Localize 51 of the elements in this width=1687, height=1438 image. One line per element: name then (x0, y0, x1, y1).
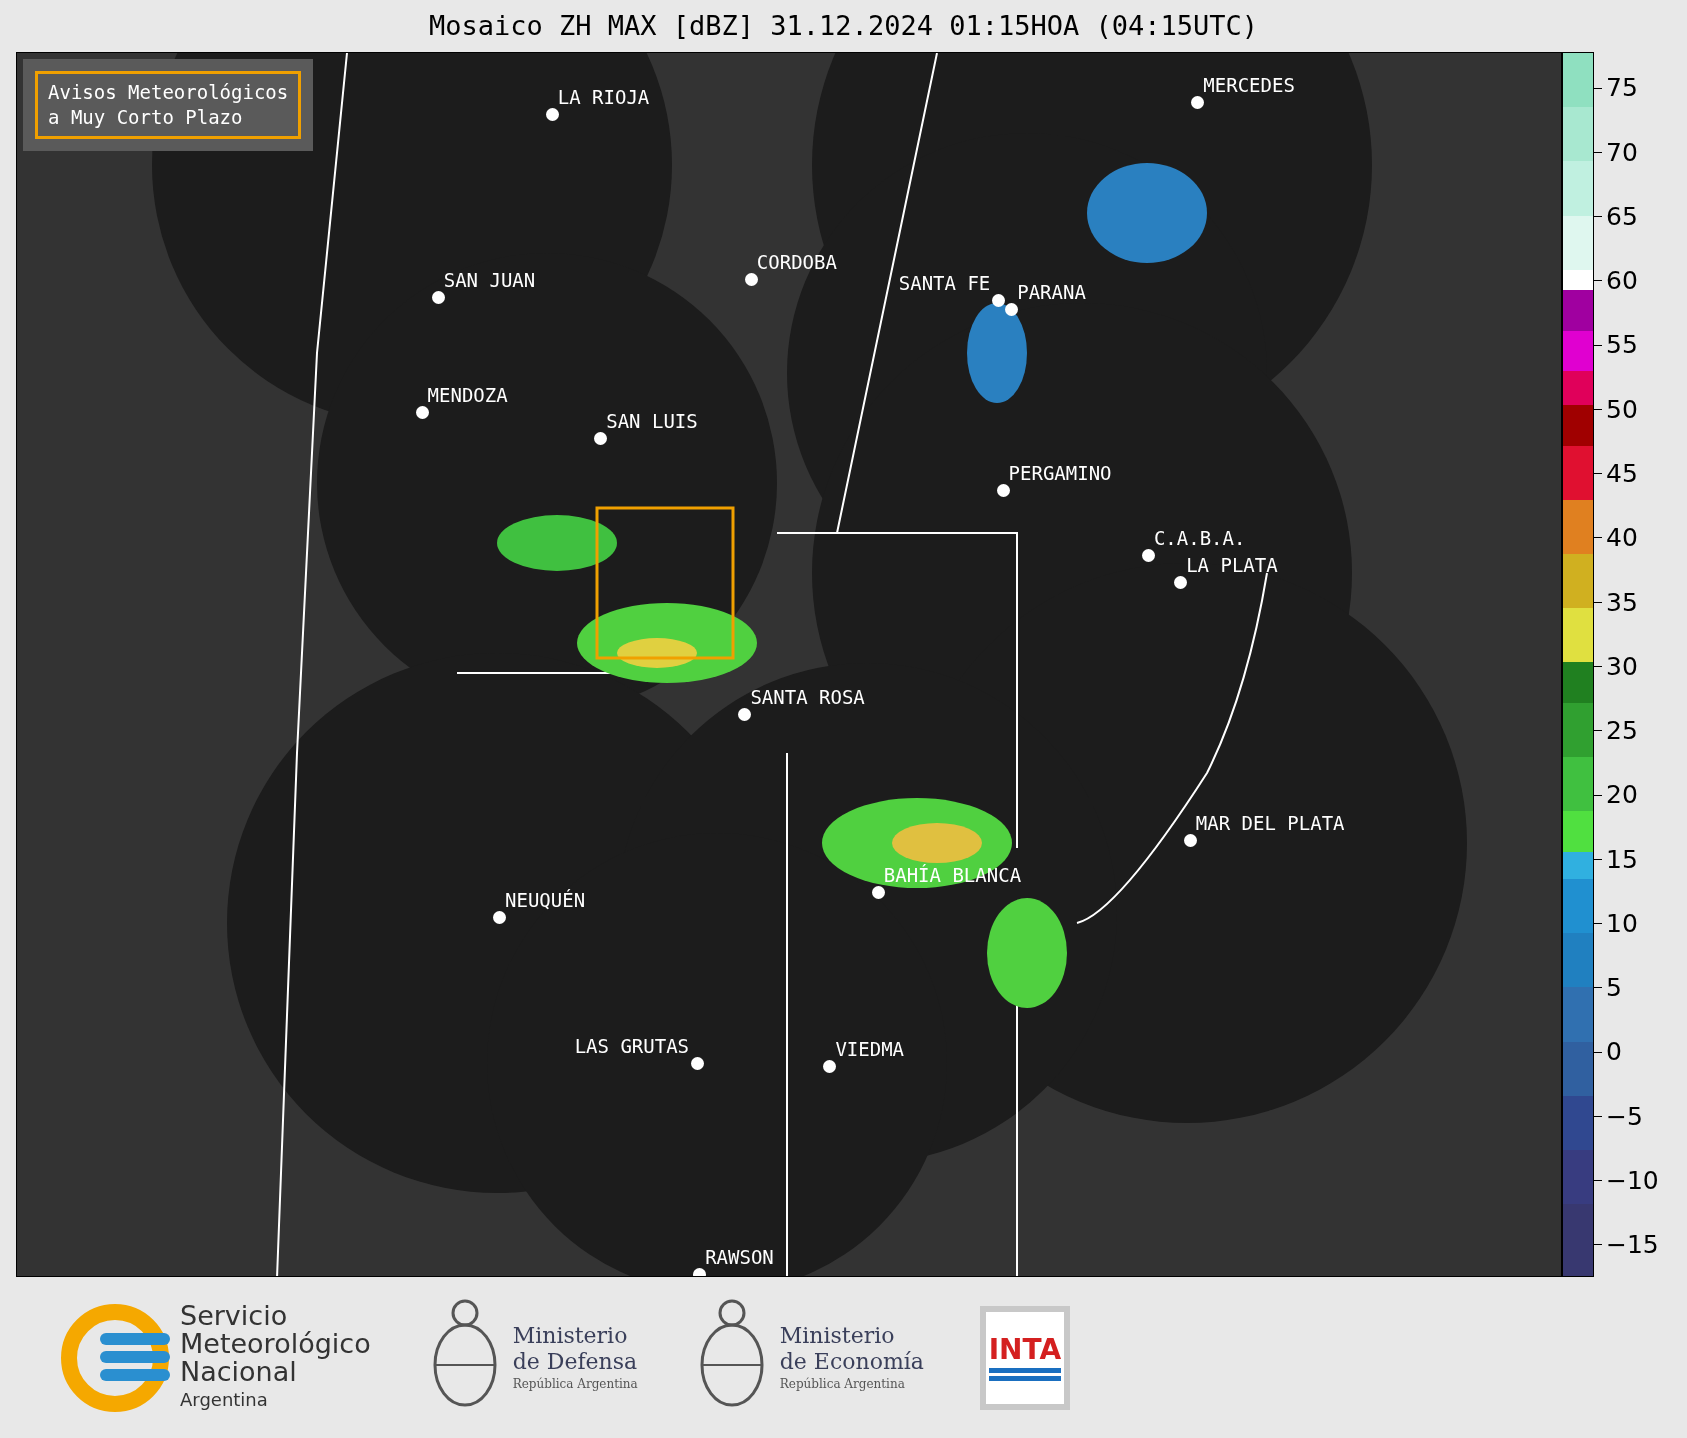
city-label: LAS GRUTAS (574, 1035, 690, 1058)
city-label: MAR DEL PLATA (1195, 811, 1345, 834)
inta-logo-text: INTA (988, 1334, 1062, 1365)
colorbar-tick-label: 55 (1606, 329, 1638, 362)
smn-name-text: Meteorológico (180, 1330, 371, 1358)
city-label: MERCEDES (1203, 74, 1295, 97)
city-label: PERGAMINO (1008, 461, 1112, 484)
colorbar-tick-label: 75 (1606, 72, 1638, 105)
city-label: SANTA ROSA (750, 685, 865, 708)
ministry-name-text: de Economía (779, 1348, 924, 1375)
city-label: MENDOZA (427, 384, 508, 407)
city-label: SANTA FE (898, 272, 991, 295)
ministry-country-text: República Argentina (512, 1375, 638, 1393)
city-label: NEUQUÉN (505, 889, 586, 911)
notice-text: a Muy Corto Plazo (48, 105, 244, 130)
colorbar-tick-label: 30 (1606, 650, 1638, 683)
city-label: PARANA (1017, 281, 1086, 304)
colorbar-tick-label: −10 (1606, 1164, 1659, 1197)
colorbar-tick-label: 15 (1606, 843, 1638, 876)
colorbar-tick-label: −15 (1606, 1229, 1659, 1262)
map-title: Mosaico ZH MAX [dBZ] 31.12.2024 01:15HOA (04:15UTC) (429, 8, 1258, 43)
notice-text: Avisos Meteorológicos (48, 80, 289, 105)
colorbar-tick-label: 65 (1606, 200, 1638, 233)
smn-name-text: Servicio (180, 1302, 289, 1330)
colorbar-tick-label: 5 (1606, 972, 1622, 1005)
colorbar-tick-label: 10 (1606, 907, 1638, 940)
city-label: SAN LUIS (606, 410, 698, 433)
city-label: LA RIOJA (557, 86, 650, 109)
city-label: LA PLATA (1186, 554, 1278, 577)
colorbar-tick-label: 40 (1606, 522, 1638, 555)
colorbar-tick-label: −5 (1606, 1100, 1643, 1133)
city-label: C.A.B.A. (1153, 527, 1246, 550)
smn-country-text: Argentina (180, 1388, 269, 1412)
colorbar-tick-label: 0 (1606, 1036, 1622, 1069)
colorbar-tick-label: 20 (1606, 779, 1638, 812)
city-label: VIEDMA (835, 1037, 904, 1060)
ministry-name-text: de Defensa (512, 1348, 638, 1375)
colorbar-tick-label: 35 (1606, 586, 1638, 619)
colorbar-tick-label: 70 (1606, 136, 1638, 169)
colorbar-tick-label: 50 (1606, 393, 1638, 426)
colorbar-tick-label: 60 (1606, 265, 1638, 298)
ministry-country-text: República Argentina (779, 1375, 906, 1393)
smn-logo-icon (60, 1302, 170, 1413)
smn-name-text: Nacional (180, 1358, 297, 1386)
city-label: CORDOBA (756, 250, 837, 273)
ministry-name-text: Ministerio (512, 1322, 629, 1349)
colorbar-tick-label: 25 (1606, 715, 1638, 748)
city-label: RAWSON (705, 1246, 774, 1269)
colorbar-tick-label: 45 (1606, 457, 1638, 490)
ministry-name-text: Ministerio (779, 1322, 896, 1349)
city-label: SAN JUAN (443, 269, 536, 292)
